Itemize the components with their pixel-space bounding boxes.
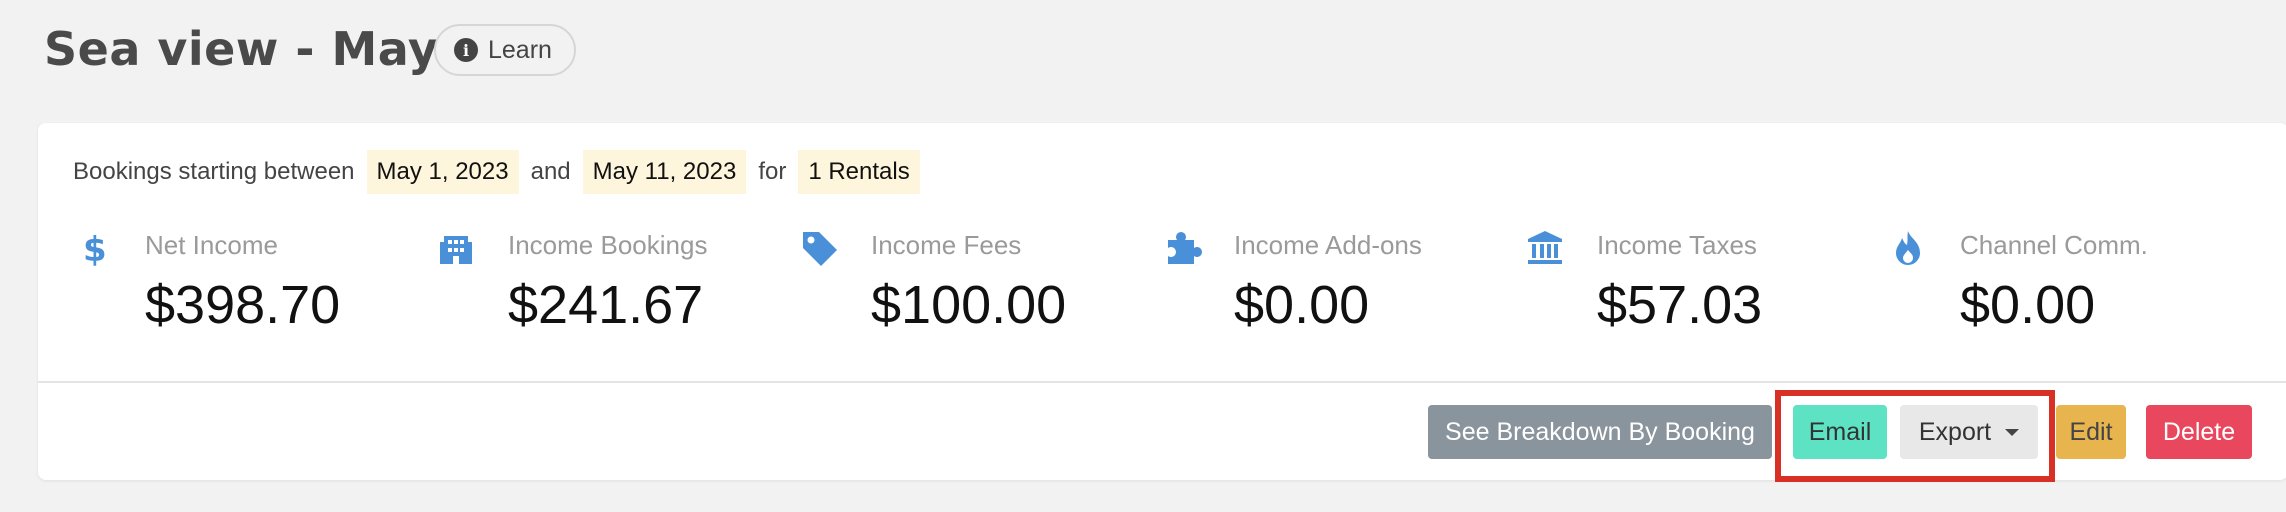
filter-prefix: Bookings starting between xyxy=(73,158,355,185)
info-icon: i xyxy=(454,38,478,62)
caret-down-icon xyxy=(2005,428,2020,436)
edit-button[interactable]: Edit xyxy=(2056,405,2126,459)
flame-icon xyxy=(1888,228,1928,268)
page-title: Sea view - May xyxy=(44,22,439,76)
end-date-chip: May 11, 2023 xyxy=(582,150,747,194)
stat-label: Net Income xyxy=(145,230,278,260)
filter-for: for xyxy=(758,158,787,185)
action-bar: See Breakdown By Booking Email Export Ed… xyxy=(38,405,2286,461)
svg-text:$: $ xyxy=(83,230,107,268)
stat-value: $241.67 xyxy=(508,275,704,335)
tag-icon xyxy=(799,228,839,268)
stat-label: Income Taxes xyxy=(1597,230,1757,260)
stat-label: Income Bookings xyxy=(508,230,708,260)
stat-label: Channel Comm. xyxy=(1960,230,2148,260)
export-label: Export xyxy=(1918,417,1992,446)
stat-value: $100.00 xyxy=(871,275,1067,335)
bank-icon xyxy=(1525,228,1565,268)
start-date-chip: May 1, 2023 xyxy=(366,150,519,194)
see-breakdown-button[interactable]: See Breakdown By Booking xyxy=(1428,405,1772,459)
filter-and: and xyxy=(530,158,571,185)
report-card: Bookings starting between May 1, 2023 an… xyxy=(38,123,2286,480)
stat-value: $398.70 xyxy=(145,275,341,335)
stat-label: Income Add-ons xyxy=(1234,230,1422,260)
stat-value: $0.00 xyxy=(1960,275,2096,335)
filter-summary: Bookings starting between May 1, 2023 an… xyxy=(73,150,932,194)
dollar-icon: $ xyxy=(73,228,113,270)
stat-value: $0.00 xyxy=(1234,275,1370,335)
export-dropdown-button[interactable]: Export xyxy=(1900,405,2038,459)
delete-button[interactable]: Delete xyxy=(2146,405,2252,459)
email-button[interactable]: Email xyxy=(1793,405,1887,459)
learn-button[interactable]: i Learn xyxy=(434,24,576,76)
rentals-chip: 1 Rentals xyxy=(798,150,920,194)
stat-value: $57.03 xyxy=(1597,275,1763,335)
learn-label: Learn xyxy=(488,35,552,64)
stat-label: Income Fees xyxy=(871,230,1022,260)
building-icon xyxy=(436,228,476,268)
puzzle-icon xyxy=(1162,228,1202,268)
card-divider xyxy=(38,381,2286,383)
